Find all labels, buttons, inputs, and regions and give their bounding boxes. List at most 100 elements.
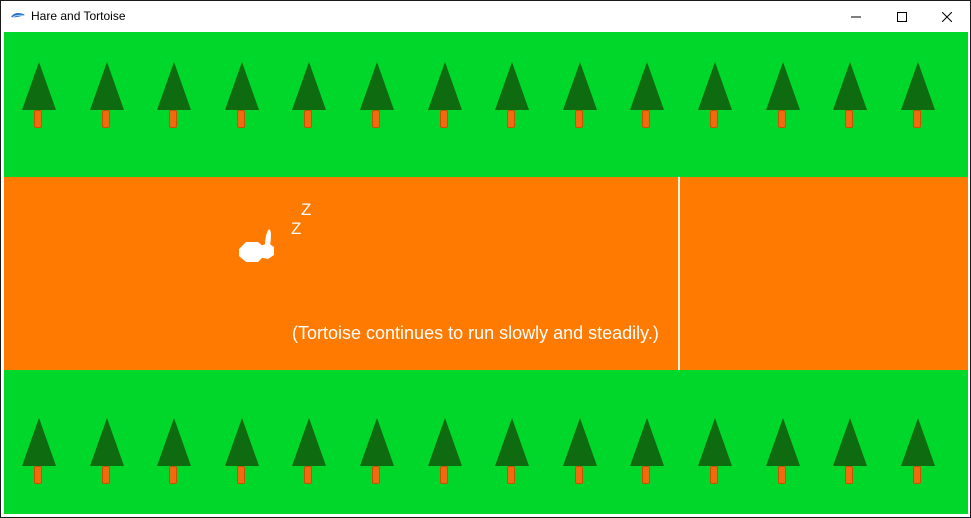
- tree-trunk: [304, 110, 312, 128]
- tree-trunk: [237, 110, 245, 128]
- tree-trunk: [642, 466, 650, 484]
- tree-row-bottom: [4, 418, 968, 498]
- tree-foliage: [901, 62, 935, 110]
- tree-trunk: [304, 466, 312, 484]
- tree-foliage: [157, 418, 191, 466]
- tree-foliage: [630, 62, 664, 110]
- tree-foliage: [292, 418, 326, 466]
- tree-foliage: [90, 418, 124, 466]
- bottom-row-tree: [154, 418, 194, 488]
- top-row-tree: [492, 62, 532, 132]
- bottom-row-tree: [560, 418, 600, 488]
- top-row-tree: [19, 62, 59, 132]
- tree-trunk: [169, 110, 177, 128]
- top-row-tree: [87, 62, 127, 132]
- tree-foliage: [833, 62, 867, 110]
- top-row-tree: [695, 62, 735, 132]
- tree-trunk: [372, 466, 380, 484]
- tree-foliage: [90, 62, 124, 110]
- top-row-tree: [830, 62, 870, 132]
- title-bar[interactable]: Hare and Tortoise: [1, 1, 970, 32]
- tree-trunk: [710, 110, 718, 128]
- tree-foliage: [766, 418, 800, 466]
- tree-row-top: [4, 62, 968, 142]
- app-icon: [11, 12, 25, 18]
- tree-foliage: [428, 62, 462, 110]
- close-button[interactable]: [924, 1, 970, 32]
- bottom-row-tree: [492, 418, 532, 488]
- bottom-row-tree: [19, 418, 59, 488]
- tree-foliage: [495, 62, 529, 110]
- close-icon: [942, 11, 952, 22]
- bottom-row-tree: [627, 418, 667, 488]
- tree-trunk: [913, 466, 921, 484]
- bottom-row-tree: [898, 418, 938, 488]
- tree-foliage: [22, 418, 56, 466]
- top-row-tree: [763, 62, 803, 132]
- tree-foliage: [630, 418, 664, 466]
- tree-trunk: [778, 110, 786, 128]
- tree-foliage: [495, 418, 529, 466]
- tree-trunk: [845, 110, 853, 128]
- tree-trunk: [642, 110, 650, 128]
- story-caption: (Tortoise continues to run slowly and st…: [292, 323, 659, 343]
- sleeping-hare: [239, 229, 274, 262]
- tree-foliage: [766, 62, 800, 110]
- bottom-row-tree: [425, 418, 465, 488]
- finish-line: [678, 177, 680, 370]
- minimize-button[interactable]: [833, 1, 879, 32]
- tree-trunk: [102, 110, 110, 128]
- tree-trunk: [710, 466, 718, 484]
- sleep-z-lower: Z: [291, 219, 302, 238]
- tree-foliage: [698, 418, 732, 466]
- top-row-tree: [560, 62, 600, 132]
- tree-foliage: [360, 418, 394, 466]
- tree-foliage: [901, 418, 935, 466]
- bottom-row-tree: [830, 418, 870, 488]
- tree-foliage: [833, 418, 867, 466]
- tree-trunk: [778, 466, 786, 484]
- top-row-tree: [289, 62, 329, 132]
- window-title: Hare and Tortoise: [31, 9, 126, 23]
- tree-trunk: [440, 110, 448, 128]
- top-row-tree: [357, 62, 397, 132]
- top-row-tree: [898, 62, 938, 132]
- bottom-row-tree: [763, 418, 803, 488]
- tree-trunk: [34, 466, 42, 484]
- tree-trunk: [845, 466, 853, 484]
- tree-foliage: [22, 62, 56, 110]
- tree-trunk: [913, 110, 921, 128]
- minimize-icon: [851, 16, 861, 17]
- app-window: Hare and Tortoise Z Z (Tortoise continue…: [0, 0, 971, 518]
- tree-trunk: [507, 466, 515, 484]
- tree-foliage: [157, 62, 191, 110]
- tree-foliage: [225, 62, 259, 110]
- tree-trunk: [440, 466, 448, 484]
- top-row-tree: [222, 62, 262, 132]
- tree-trunk: [102, 466, 110, 484]
- maximize-button[interactable]: [879, 1, 925, 32]
- tree-foliage: [292, 62, 326, 110]
- top-row-tree: [627, 62, 667, 132]
- tree-foliage: [563, 62, 597, 110]
- tree-trunk: [237, 466, 245, 484]
- tree-trunk: [507, 110, 515, 128]
- maximize-icon: [897, 11, 907, 22]
- tree-trunk: [575, 110, 583, 128]
- sleep-z-upper: Z: [301, 200, 312, 219]
- top-row-tree: [154, 62, 194, 132]
- bottom-row-tree: [87, 418, 127, 488]
- game-canvas[interactable]: Z Z (Tortoise continues to run slowly an…: [4, 32, 968, 514]
- bottom-row-tree: [357, 418, 397, 488]
- tree-trunk: [34, 110, 42, 128]
- tree-trunk: [372, 110, 380, 128]
- tree-foliage: [360, 62, 394, 110]
- tree-trunk: [169, 466, 177, 484]
- bottom-row-tree: [222, 418, 262, 488]
- top-row-tree: [425, 62, 465, 132]
- bottom-row-tree: [289, 418, 329, 488]
- bottom-row-tree: [695, 418, 735, 488]
- tree-foliage: [698, 62, 732, 110]
- tree-trunk: [575, 466, 583, 484]
- tree-foliage: [428, 418, 462, 466]
